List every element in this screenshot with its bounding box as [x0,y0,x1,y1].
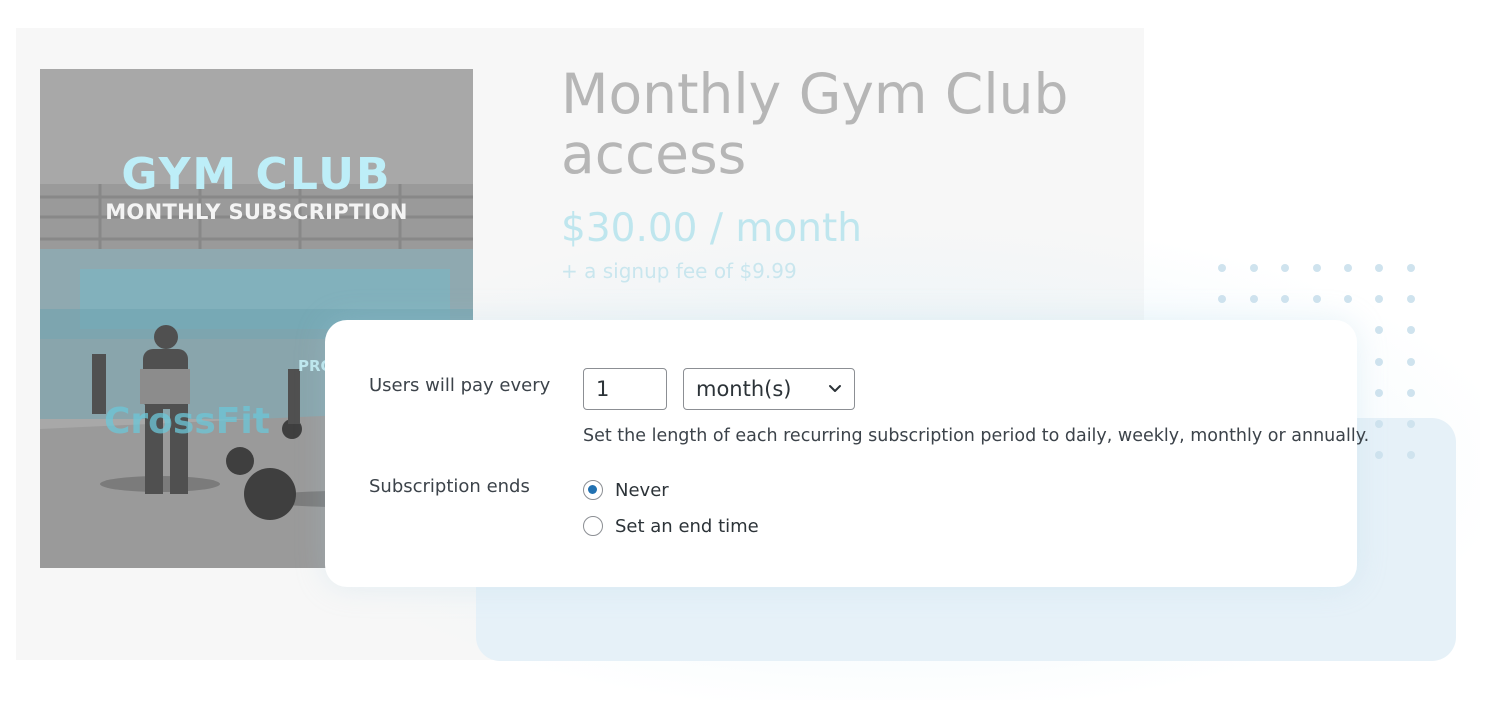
gym-wall-text: CrossFit [104,401,270,442]
radio-label-set-end-time: Set an end time [615,515,759,537]
billing-interval-label: Users will pay every [369,375,551,396]
subscription-ends-label: Subscription ends [369,476,530,497]
product-title: Monthly Gym Club access [561,62,1069,186]
ends-option-set-end-time[interactable]: Set an end time [583,514,759,538]
subscription-settings-card: Users will pay every 1 month(s) Set the … [325,320,1369,587]
billing-period-select[interactable]: month(s) [683,368,855,410]
signup-fee: + a signup fee of $9.99 [561,259,797,283]
billing-interval-input[interactable]: 1 [583,368,667,410]
billing-period-help-text: Set the length of each recurring subscri… [583,426,1370,446]
billing-period-value: month(s) [696,377,792,401]
radio-label-never: Never [615,479,669,501]
ends-option-never[interactable]: Never [583,478,669,502]
hero-subtitle: MONTHLY SUBSCRIPTION [105,200,408,224]
hero-title: GYM CLUB [121,149,392,200]
product-price: $30.00 / month [561,206,862,251]
chevron-down-icon [829,385,841,392]
radio-never[interactable] [583,480,603,500]
radio-set-end-time[interactable] [583,516,603,536]
